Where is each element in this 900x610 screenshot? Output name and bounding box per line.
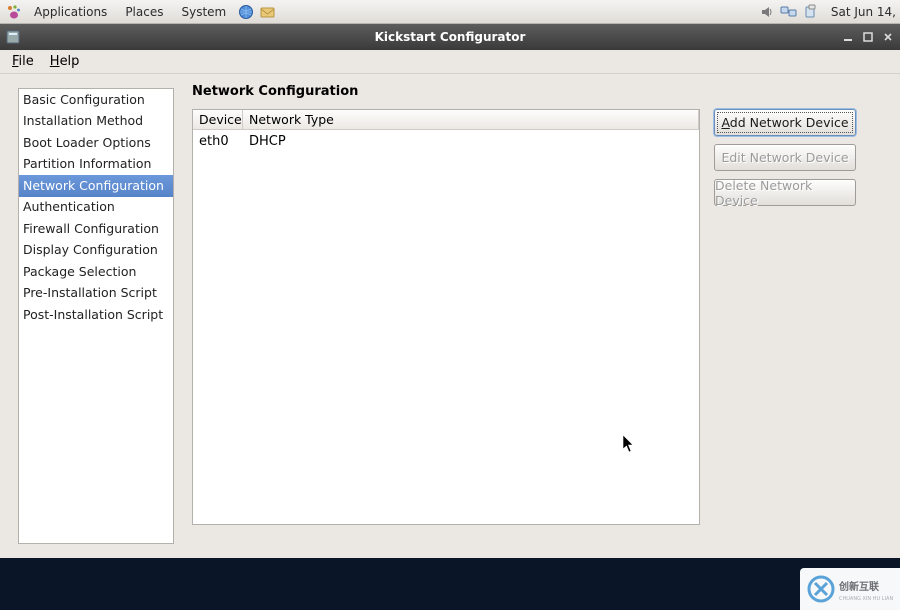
sidebar-item-display-configuration[interactable]: Display Configuration <box>19 240 173 262</box>
nav-sidebar: Basic Configuration Installation Method … <box>18 88 174 544</box>
kickstart-window: Kickstart Configurator File Help Basic C… <box>0 24 900 558</box>
table-row[interactable]: eth0 DHCP <box>193 130 699 152</box>
network-status-icon[interactable] <box>779 2 799 22</box>
section-title: Network Configuration <box>192 84 886 99</box>
window-menubar: File Help <box>0 50 900 74</box>
sidebar-item-basic-configuration[interactable]: Basic Configuration <box>19 89 173 111</box>
close-button[interactable] <box>880 29 896 45</box>
svg-text:创新互联: 创新互联 <box>838 580 879 593</box>
network-device-table[interactable]: Device Network Type eth0 DHCP <box>192 109 700 525</box>
table-header: Device Network Type <box>193 110 699 130</box>
volume-icon[interactable] <box>757 2 777 22</box>
panel-clock[interactable]: Sat Jun 14, <box>823 1 896 23</box>
add-network-device-button[interactable]: Add Network Device <box>714 109 856 136</box>
sidebar-item-installation-method[interactable]: Installation Method <box>19 111 173 133</box>
gnome-foot-icon <box>4 2 24 22</box>
menu-file[interactable]: File <box>6 51 40 72</box>
panel-menu-places[interactable]: Places <box>117 1 171 23</box>
sidebar-item-post-installation-script[interactable]: Post-Installation Script <box>19 304 173 326</box>
maximize-button[interactable] <box>860 29 876 45</box>
column-header-device[interactable]: Device <box>193 110 243 130</box>
sidebar-item-boot-loader-options[interactable]: Boot Loader Options <box>19 132 173 154</box>
mail-icon[interactable] <box>258 2 278 22</box>
cell-device: eth0 <box>193 134 243 149</box>
watermark-logo: 创新互联 CHUANG XIN HU LIAN <box>800 568 900 610</box>
edit-network-device-button: Edit Network Device <box>714 144 856 171</box>
sidebar-item-network-configuration[interactable]: Network Configuration <box>19 175 173 197</box>
cell-network-type: DHCP <box>243 134 699 149</box>
column-header-network-type[interactable]: Network Type <box>243 110 699 130</box>
window-client-area: Basic Configuration Installation Method … <box>0 74 900 558</box>
panel-menu-system[interactable]: System <box>173 1 234 23</box>
window-title: Kickstart Configurator <box>375 30 526 44</box>
delete-network-device-button: Delete Network Device <box>714 179 856 206</box>
sidebar-item-authentication[interactable]: Authentication <box>19 197 173 219</box>
sidebar-item-package-selection[interactable]: Package Selection <box>19 261 173 283</box>
main-content: Network Configuration Device Network Typ… <box>192 88 886 544</box>
app-icon <box>4 28 22 46</box>
panel-menu-applications[interactable]: Applications <box>26 1 115 23</box>
action-button-column: Add Network Device Edit Network Device D… <box>714 109 856 544</box>
sidebar-item-firewall-configuration[interactable]: Firewall Configuration <box>19 218 173 240</box>
minimize-button[interactable] <box>840 29 856 45</box>
gnome-top-panel: Applications Places System Sat Jun 14, <box>0 0 900 24</box>
sidebar-item-partition-information[interactable]: Partition Information <box>19 154 173 176</box>
menu-help[interactable]: Help <box>44 51 86 72</box>
clipboard-icon[interactable] <box>801 2 821 22</box>
globe-icon[interactable] <box>236 2 256 22</box>
window-titlebar[interactable]: Kickstart Configurator <box>0 24 900 50</box>
sidebar-item-pre-installation-script[interactable]: Pre-Installation Script <box>19 283 173 305</box>
svg-text:CHUANG XIN HU LIAN: CHUANG XIN HU LIAN <box>839 596 893 602</box>
